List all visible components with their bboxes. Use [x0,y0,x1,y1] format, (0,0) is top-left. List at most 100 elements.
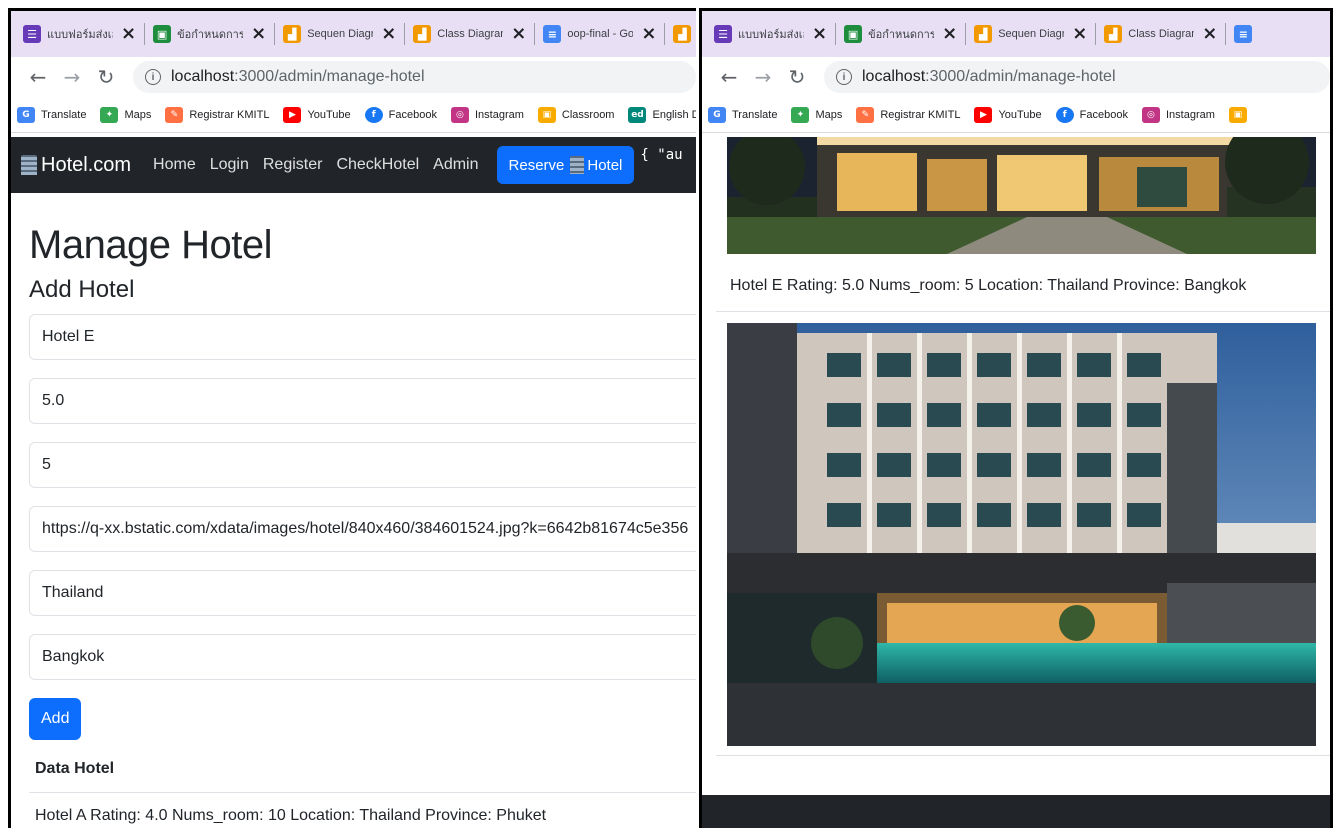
tab-separator [534,23,536,45]
youtube-icon: ▶ [974,106,993,123]
close-icon[interactable]: × [251,25,266,43]
bookmark-facebook[interactable]: f Facebook [1055,106,1128,123]
list-item: Hotel A Rating: 4.0 Nums_room: 10 Locati… [35,807,547,824]
bookmark-english[interactable]: edEnglish Dis [628,106,696,123]
bookmarks-bar: G Translate ✦ Maps ✎ Registrar KMITL ▶ YouTu… [11,97,696,133]
tab-sequence-diagram[interactable]: ▟ Sequen Diagr × [968,19,1093,49]
reload-icon[interactable]: ↻ [89,65,123,89]
back-icon[interactable]: ← [712,65,746,89]
maps-icon: ✦ [791,106,810,123]
diagram-icon: ▟ [974,25,993,43]
bookmark-registrar[interactable]: ✎ Registrar KMITL [165,106,269,123]
tab-separator [1095,23,1097,45]
tab-sequence-diagram[interactable]: ▟ Sequen Diagr × [277,19,402,49]
bookmark-youtube[interactable]: ▶ YouTube [974,106,1042,123]
reserve-hotel-button[interactable]: Reserve Hotel [496,146,635,184]
hotel-name-input[interactable] [29,314,696,360]
province-input[interactable] [29,634,696,680]
brand-link[interactable]: Hotel.com [21,154,131,177]
facebook-icon: f [1055,106,1074,123]
bookmark-classroom[interactable]: ▣ [1228,106,1253,123]
tab-separator [404,23,406,45]
close-icon[interactable]: × [942,25,957,43]
location-input[interactable] [29,570,696,616]
instagram-icon: ◎ [1141,106,1160,123]
rating-input[interactable] [29,378,696,424]
classroom-icon: ▣ [1228,106,1247,123]
reload-icon[interactable]: ↻ [780,65,814,89]
hotel-preview: Hotel E Rating: 5.0 Nums_room: 5 Locatio… [702,137,1330,797]
tab-separator [274,23,276,45]
bookmark-facebook[interactable]: f Facebook [364,106,437,123]
forward-icon[interactable]: → [55,65,89,89]
tab-separator [965,23,967,45]
tab-forms[interactable]: ☰ แบบฟอร์มส่งเอก × [17,19,142,49]
facebook-icon: f [364,106,383,123]
browser-window-right: ☰ แบบฟอร์มส่งเอก × ▣ ข้อกำหนดการส่ง × ▟ … [699,8,1333,828]
tab-oop-final[interactable]: ≡ [1228,19,1264,49]
site-navbar: Hotel.com Home Login Register CheckHotel… [11,137,696,193]
diagram-icon: ▟ [1104,25,1123,43]
ed-icon: ed [628,106,647,123]
diagram-icon: ▟ [283,25,302,43]
youtube-icon: ▶ [283,106,302,123]
tab-partial[interactable]: ▟ [667,19,696,49]
tab-requirements[interactable]: ▣ ข้อกำหนดการส่ง × [147,19,272,49]
tab-class-diagram[interactable]: ▟ Class Diagram × [407,19,532,49]
close-icon[interactable]: × [511,25,526,43]
tab-strip: ☰ แบบฟอร์มส่งเอก × ▣ ข้อกำหนดการส่ง × ▟ … [11,11,696,57]
data-hotel-title: Data Hotel [35,760,115,777]
forward-icon[interactable]: → [746,65,780,89]
docs-icon: ≡ [1234,25,1253,43]
url-bar[interactable]: i localhost:3000/admin/manage-hotel [133,61,696,93]
bookmark-maps[interactable]: ✦ Maps [791,106,842,123]
bookmark-translate[interactable]: G Translate [708,106,777,123]
classroom-icon: ▣ [153,25,172,43]
bookmark-instagram[interactable]: ◎ Instagram [1141,106,1215,123]
nav-login[interactable]: Login [210,156,249,174]
hotel-image [727,323,1316,746]
nav-checkhotel[interactable]: CheckHotel [336,156,419,174]
divider [716,755,1330,756]
translate-icon: G [17,106,35,123]
close-icon[interactable]: × [1202,25,1217,43]
classroom-icon: ▣ [844,25,863,43]
bookmark-instagram[interactable]: ◎ Instagram [450,106,524,123]
info-icon[interactable]: i [836,69,852,85]
nav-admin[interactable]: Admin [433,156,478,174]
close-icon[interactable]: × [381,25,396,43]
bookmark-translate[interactable]: G Translate [17,106,86,123]
close-icon[interactable]: × [121,25,136,43]
tab-requirements[interactable]: ▣ ข้อกำหนดการส่ง × [838,19,963,49]
tab-separator [1225,23,1227,45]
divider [716,311,1330,312]
close-icon[interactable]: × [1072,25,1087,43]
url-bar[interactable]: i localhost:3000/admin/manage-hotel [824,61,1330,93]
registrar-icon: ✎ [165,106,184,123]
forms-icon: ☰ [714,25,732,43]
image-url-input[interactable] [29,506,696,552]
nums-room-input[interactable] [29,442,696,488]
bookmark-youtube[interactable]: ▶ YouTube [283,106,351,123]
nav-home[interactable]: Home [153,156,196,174]
close-icon[interactable]: × [641,25,656,43]
bookmark-classroom[interactable]: ▣ Classroom [537,106,614,123]
hotel-caption: Hotel E Rating: 5.0 Nums_room: 5 Locatio… [730,277,1247,294]
tab-strip: ☰ แบบฟอร์มส่งเอก × ▣ ข้อกำหนดการส่ง × ▟ … [702,11,1330,57]
tab-class-diagram[interactable]: ▟ Class Diagram × [1098,19,1223,49]
close-icon[interactable]: × [812,25,827,43]
json-output-text: { "au [640,147,683,163]
tab-forms[interactable]: ☰ แบบฟอร์มส่งเอก × [708,19,833,49]
page-title: Manage Hotel [29,223,273,267]
add-button[interactable]: Add [29,698,82,740]
nav-register[interactable]: Register [263,156,323,174]
section-title: Add Hotel [29,276,135,303]
classroom-icon: ▣ [537,106,556,123]
bookmark-maps[interactable]: ✦ Maps [100,106,151,123]
info-icon[interactable]: i [145,69,161,85]
browser-window-left: ☰ แบบฟอร์มส่งเอก × ▣ ข้อกำหนดการส่ง × ▟ … [8,8,696,828]
back-icon[interactable]: ← [21,65,55,89]
bookmark-registrar[interactable]: ✎ Registrar KMITL [856,106,960,123]
hotel-icon [570,156,585,174]
tab-oop-final[interactable]: ≡ oop-final - Go × [537,19,662,49]
